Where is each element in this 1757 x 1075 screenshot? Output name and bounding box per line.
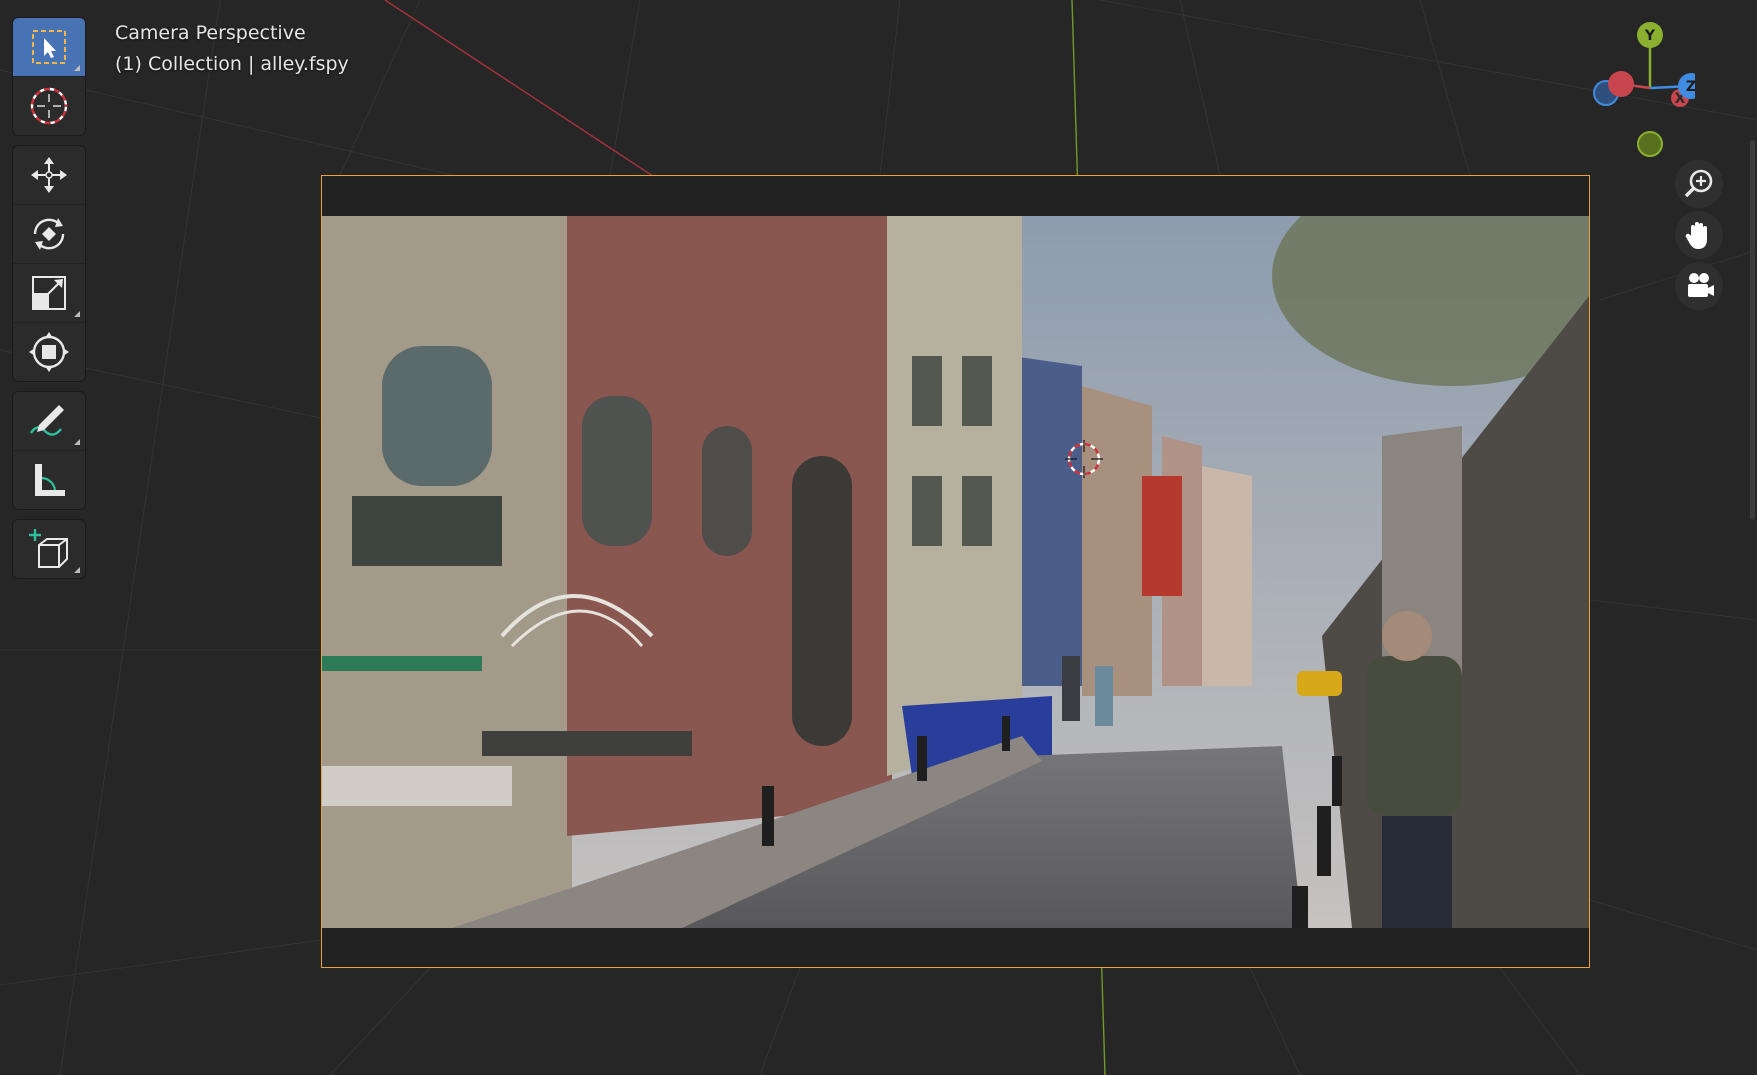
tool-group-transform [12,145,86,382]
pan-button[interactable] [1675,211,1723,259]
tool-group-annotate [12,391,86,510]
tool-group-add [12,519,86,579]
scale-icon [32,276,66,310]
viewport-info: Camera Perspective (1) Collection | alle… [115,18,349,80]
navigation-gizmo[interactable]: X Y Z [1585,18,1695,168]
tool-group-select [12,17,86,136]
annotate-tool[interactable] [13,392,85,450]
zoom-button[interactable] [1675,160,1723,208]
transform-icon [29,332,69,372]
rotate-icon [33,218,65,250]
cursor-icon [30,87,68,125]
3d-cursor-icon[interactable] [1065,440,1103,478]
rotate-tool[interactable] [13,204,85,263]
cursor-tool[interactable] [13,76,85,135]
move-icon [31,157,67,193]
add-cube-tool[interactable] [13,520,85,578]
add-cube-icon [29,529,68,568]
select-box-icon [32,30,66,64]
axis-label-z: Z [1686,79,1695,95]
transform-tool[interactable] [13,322,85,381]
move-tool[interactable] [13,146,85,204]
measure-icon [35,464,65,496]
measure-tool[interactable] [13,450,85,509]
camera-frame [321,175,1590,968]
street-scene-image [322,216,1589,928]
camera-background-image [322,216,1589,928]
camera-view-icon [1688,273,1714,297]
select-box-tool[interactable] [13,18,85,76]
camera-view-button[interactable] [1675,262,1723,310]
neg-y-axis-ball [1637,131,1663,157]
annotate-icon [29,405,64,436]
3d-viewport[interactable]: Camera Perspective (1) Collection | alle… [0,0,1757,1075]
collection-label: (1) Collection | alley.fspy [115,53,349,75]
pan-hand-icon [1685,222,1707,249]
zoom-icon [1684,169,1713,198]
neg-x-axis-ball [1608,71,1634,97]
scroll-region-indicator[interactable] [1750,140,1755,520]
view-name: Camera Perspective [115,22,306,44]
scale-tool[interactable] [13,263,85,322]
tool-shelf [12,17,86,588]
axis-label-y: Y [1644,28,1656,44]
